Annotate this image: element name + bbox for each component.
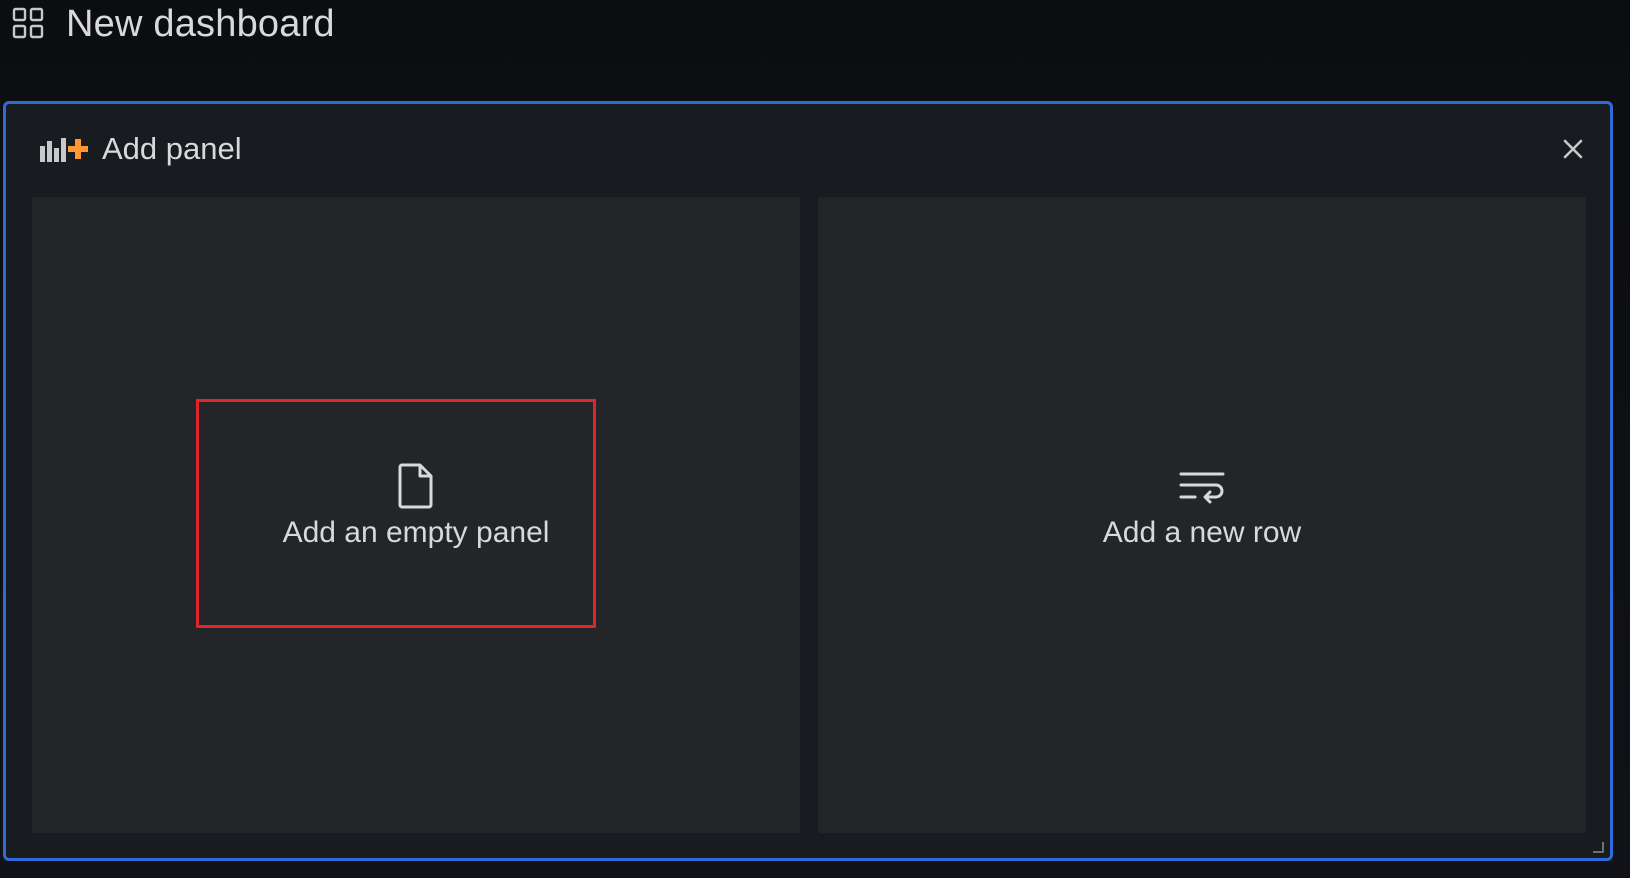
- page-title: New dashboard: [66, 2, 335, 45]
- add-new-row-label: Add a new row: [1102, 516, 1302, 549]
- top-header: New dashboard: [0, 0, 1630, 48]
- add-new-row-content: Add a new row: [818, 462, 1586, 550]
- resize-handle-icon[interactable]: [1592, 840, 1604, 853]
- dashboard-grid-icon: [12, 7, 46, 41]
- add-new-row-button[interactable]: Add a new row: [818, 197, 1586, 833]
- add-panel-title: Add panel: [102, 131, 242, 166]
- file-icon: [392, 462, 440, 510]
- add-panel-chart-icon: [38, 134, 94, 164]
- close-icon[interactable]: [1558, 134, 1588, 164]
- dashboard-page: New dashboard Add panel Add an empty pan…: [0, 0, 1630, 878]
- wrap-text-icon: [1178, 462, 1226, 510]
- add-panel-widget: Add panel Add an empty panel Add a new r…: [3, 101, 1613, 861]
- add-panel-options: Add an empty panel Add a new row: [32, 197, 1586, 833]
- add-panel-header[interactable]: Add panel: [6, 104, 1610, 194]
- add-empty-panel-button[interactable]: Add an empty panel: [32, 197, 800, 833]
- add-empty-panel-content: Add an empty panel: [32, 462, 800, 550]
- add-empty-panel-label: Add an empty panel: [282, 516, 550, 549]
